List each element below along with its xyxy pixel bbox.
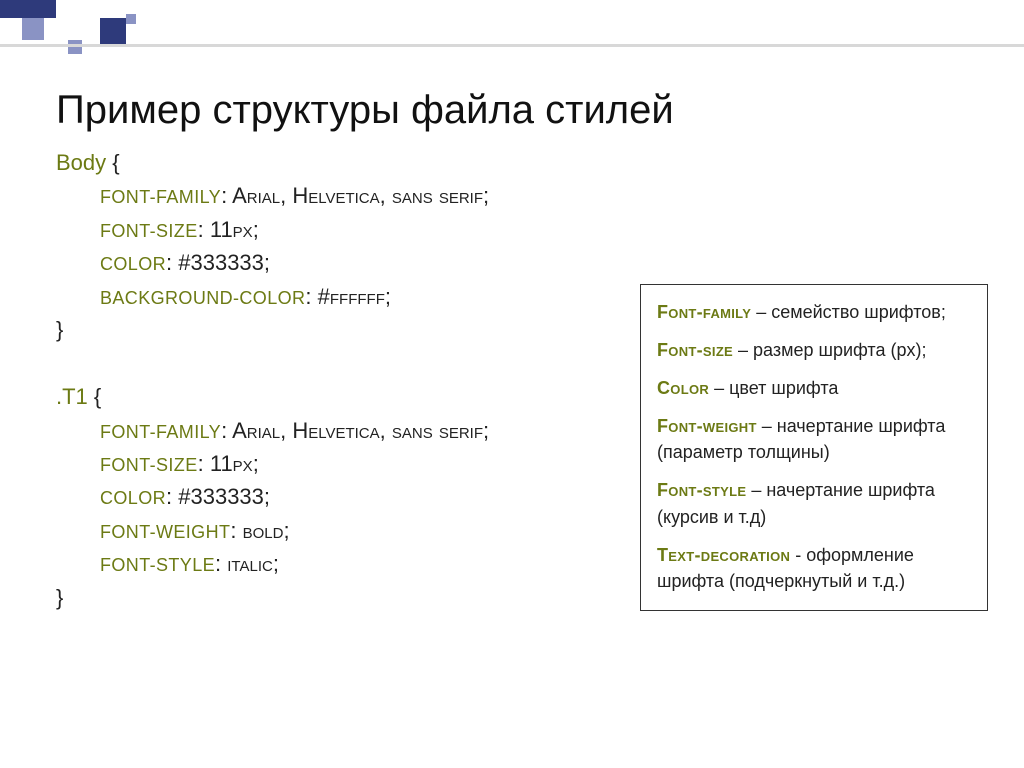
legend-desc: – размер шрифта (px); xyxy=(733,340,926,360)
deco-square xyxy=(100,18,126,44)
css-val: Arial, Helvetica, sans serif; xyxy=(232,183,489,208)
legend-item: Font-family – семейство шрифтов; xyxy=(657,299,971,325)
divider xyxy=(0,44,1024,47)
deco-square xyxy=(126,14,136,24)
page-title: Пример структуры файла стилей xyxy=(56,88,674,133)
legend-term: Font-size xyxy=(657,340,733,360)
css-prop: font-size xyxy=(100,455,198,475)
css-prop: background-color xyxy=(100,288,305,308)
legend-box: Font-family – семейство шрифтов; Font-si… xyxy=(640,284,988,611)
css-prop: font-weight xyxy=(100,522,230,542)
legend-item: Color – цвет шрифта xyxy=(657,375,971,401)
css-prop: font-size xyxy=(100,221,198,241)
css-selector: .T1 xyxy=(56,384,88,409)
legend-item: Font-style – начертание шрифта (курсив и… xyxy=(657,477,971,529)
legend-term: Font-family xyxy=(657,302,751,322)
deco-square xyxy=(68,40,82,54)
css-prop: color xyxy=(100,488,166,508)
css-val: #333333; xyxy=(178,484,270,509)
css-selector: Body xyxy=(56,150,106,175)
legend-term: Font-weight xyxy=(657,416,757,436)
legend-desc: – цвет шрифта xyxy=(709,378,838,398)
css-val: #ffffff; xyxy=(318,284,391,309)
deco-square xyxy=(22,18,44,40)
css-val: 11px; xyxy=(210,451,259,476)
legend-item: Font-size – размер шрифта (px); xyxy=(657,337,971,363)
css-val: italic; xyxy=(227,551,279,576)
css-prop: font-style xyxy=(100,555,215,575)
legend-term: Color xyxy=(657,378,709,398)
legend-term: Text-decoration xyxy=(657,545,790,565)
css-val: bold; xyxy=(243,518,290,543)
legend-term: Font-style xyxy=(657,480,746,500)
legend-desc: – семейство шрифтов; xyxy=(751,302,946,322)
legend-item: Font-weight – начертание шрифта (парамет… xyxy=(657,413,971,465)
slide: Пример структуры файла стилей Body { fon… xyxy=(0,0,1024,768)
css-val: 11px; xyxy=(210,217,259,242)
css-val: Arial, Helvetica, sans serif; xyxy=(232,418,489,443)
css-prop: color xyxy=(100,254,166,274)
css-val: #333333; xyxy=(178,250,270,275)
css-prop: font-family xyxy=(100,187,221,207)
css-code-block: Body { font-family: Arial, Helvetica, sa… xyxy=(56,146,489,614)
deco-square xyxy=(0,0,56,18)
corner-decoration xyxy=(0,0,145,58)
css-prop: font-family xyxy=(100,422,221,442)
legend-item: Text-decoration - оформление шрифта (под… xyxy=(657,542,971,594)
